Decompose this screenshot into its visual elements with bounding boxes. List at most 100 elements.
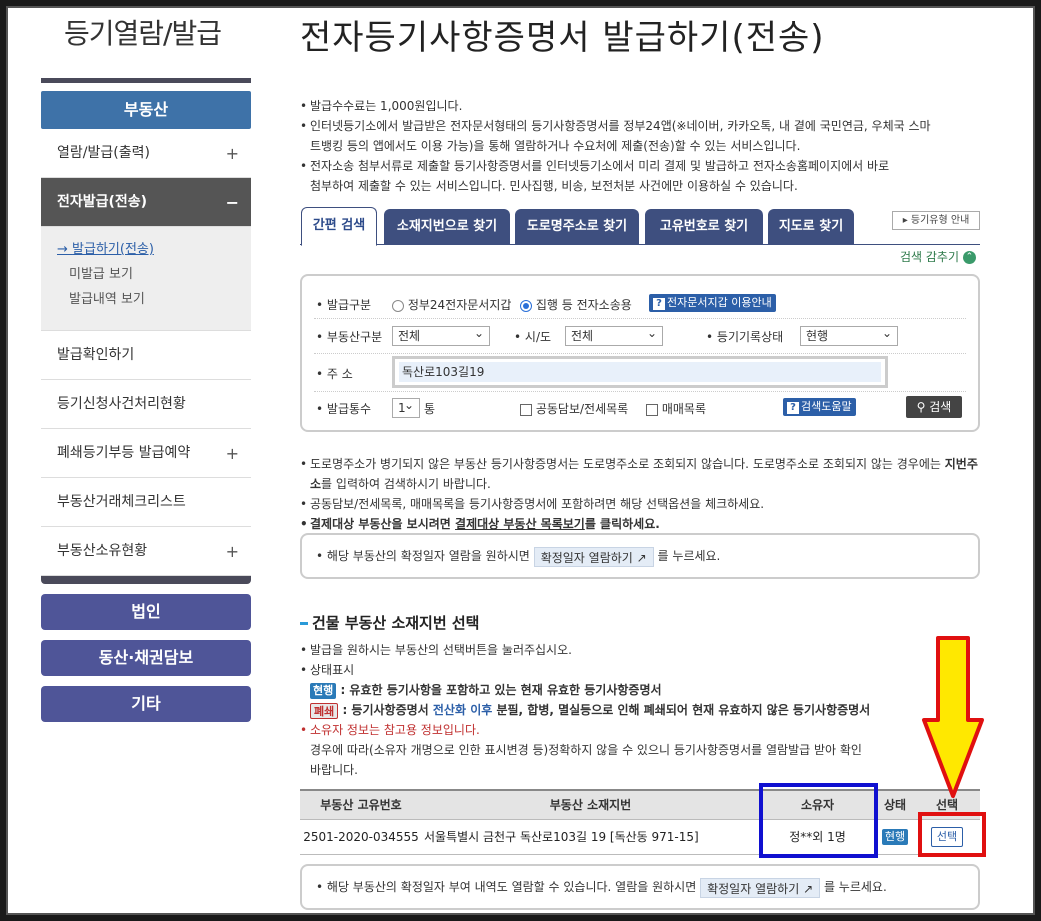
radio-checked-icon[interactable] [520,299,532,312]
search-icon: ⚲ [916,400,926,414]
table-row: 2501-2020-034555 서울특별시 금천구 독산로103길 19 [독… [300,819,980,855]
sidebar-item-label: 부동산소유현황 [57,543,148,559]
registry-type-guide-button[interactable]: ▸ 등기유형 안내 [892,211,980,230]
checkbox-icon[interactable] [520,403,532,416]
search-form: • 발급구분 정부24전자문서지갑 집행 등 전자소송용 ? 전자문서지갑 이용안… [300,274,980,432]
address-input[interactable]: 독산로103길19 [399,362,881,382]
sidebar-bottom-bar [41,576,251,584]
payment-list-link[interactable]: 결제대상 부동산 목록보기 [455,517,585,531]
note-payment-list: 결제대상 부동산을 보시려면 결제대상 부동산 목록보기를 클릭하세요. [300,514,980,534]
result-notes: 발급을 원하시는 부동산의 선택버튼을 눌러주십시오. 상태표시 현행 : 유효… [300,640,980,780]
divider [314,391,966,392]
owner-highlight-box [759,783,878,858]
sidebar-item-checklist[interactable]: 부동산거래체크리스트 [41,478,251,527]
fixed-date-history-button[interactable]: 확정일자 열람하기 ↗ [700,877,821,898]
sidebar-subitem-unissued[interactable]: 미발급 보기 [57,262,235,287]
status-closed-row: 폐쇄 : 등기사항증명서 전산화 이후 분필, 합병, 멸실등으로 인해 폐쇄되… [300,700,980,720]
fixed-date-history-info-box: • 해당 부동산의 확정일자 부여 내역도 열람할 수 있습니다. 열람을 원하… [300,864,980,910]
copies-label: • 발급통수 [316,402,372,416]
sidebar-button-movable-collateral[interactable]: 동산·채권담보 [41,640,251,676]
search-help-button[interactable]: ? 검색도움말 [783,398,856,416]
radio-gov24-wallet[interactable]: 정부24전자문서지갑 [392,296,511,313]
sidebar: 부동산 열람/발급(출력) + 전자발급(전송) − → 발급하기(전송) 미발급 … [41,78,251,722]
sidebar-item-label: 부동산거래체크리스트 [57,494,186,510]
copies-unit: 통 [424,402,436,416]
down-arrow-icon [922,636,984,798]
question-icon: ? [653,298,665,310]
minus-icon[interactable]: − [226,178,239,227]
column-header-status: 상태 [876,789,914,820]
checkbox-icon[interactable] [646,403,658,416]
region-label: • 시/도 [514,330,552,344]
plus-icon[interactable]: + [226,527,239,576]
fixed-date-info-box: • 해당 부동산의 확정일자 열람을 원하시면 확정일자 열람하기 ↗ 를 누르… [300,533,980,579]
status-badge-closed: 폐쇄 [310,702,339,719]
page-title: 전자등기사항증명서 발급하기(전송) [300,18,825,58]
cell-status: 현행 [876,819,914,855]
title-bar-icon [300,622,308,625]
wallet-guide-button[interactable]: ? 전자문서지갑 이용안내 [649,294,776,312]
search-notes: 도로명주소가 병기되지 않은 부동산 등기사항증명서는 도로명주소로 조회되지 … [300,454,980,534]
sidebar-item-case-status[interactable]: 등기신청사건처리현황 [41,380,251,429]
search-button[interactable]: ⚲ 검색 [906,396,962,418]
hide-search-toggle[interactable]: 검색 감추기 ⌃ [900,248,976,265]
sidebar-item-electronic-issue[interactable]: 전자발급(전송) − [41,178,251,227]
sidebar-item-label: 폐쇄등기부등 발급예약 [57,445,191,461]
property-type-select[interactable]: 전체 [392,324,490,346]
sidebar-item-label: 발급확인하기 [57,347,135,363]
issue-type-label: • 발급구분 [316,298,372,312]
radio-e-litigation[interactable]: 집행 등 전자소송용 [520,296,632,313]
sidebar-subitem-issue[interactable]: → 발급하기(전송) [57,237,235,262]
section-title: 등기열람/발급 [64,17,222,50]
note-status: 상태표시 [300,660,980,680]
external-link-icon: ↗ [803,881,814,896]
column-header-address: 부동산 소재지번 [422,789,759,820]
note-owner-reference: 소유자 정보는 참고용 정보입니다. [300,720,980,740]
sidebar-top-bar [41,78,251,83]
sidebar-item-label: 전자발급(전송) [57,194,148,210]
copies-select[interactable]: 1 [392,396,420,418]
status-badge-current: 현행 [881,828,909,845]
sidebar-item-label: 열람/발급(출력) [57,145,150,161]
note-select: 발급을 원하시는 부동산의 선택버튼을 눌러주십시오. [300,640,980,660]
question-icon: ? [787,402,799,414]
sidebar-item-closed-reservation[interactable]: 폐쇄등기부등 발급예약 + [41,429,251,478]
sidebar-header-real-estate[interactable]: 부동산 [41,91,251,129]
record-status-select[interactable]: 현행 [800,324,898,346]
property-type-label: • 부동산구분 [316,330,383,344]
note-options: 공동담보/전세목록, 매매목록을 등기사항증명서에 포함하려면 해당 선택옵션을… [300,494,980,514]
note-road-address: 도로명주소가 병기되지 않은 부동산 등기사항증명서는 도로명주소로 조회되지 … [300,454,980,494]
divider [314,353,966,354]
tab-road-address[interactable]: 도로명주소로 찾기 [515,209,639,245]
tab-quick-search[interactable]: 간편 검색 [301,207,377,246]
result-section-title: 건물 부동산 소재지번 선택 [300,612,479,633]
sidebar-button-corporation[interactable]: 법인 [41,594,251,630]
sidebar-item-view-issue[interactable]: 열람/발급(출력) + [41,129,251,178]
sidebar-subitem-history[interactable]: 발급내역 보기 [57,287,235,312]
address-label: • 주 소 [316,367,353,381]
sales-list-checkbox[interactable]: 매매목록 [646,400,706,417]
radio-icon[interactable] [392,299,404,312]
record-status-label: • 등기기록상태 [706,330,784,344]
region-select[interactable]: 전체 [565,324,663,346]
sidebar-button-other[interactable]: 기타 [41,686,251,722]
plus-icon[interactable]: + [226,129,239,178]
select-highlight-box [918,812,986,857]
fixed-date-view-button[interactable]: 확정일자 열람하기 ↗ [533,546,654,567]
divider [314,318,966,319]
plus-icon[interactable]: + [226,429,239,478]
search-tabs: 간편 검색 소재지번으로 찾기 도로명주소로 찾기 고유번호로 찾기 지도로 찾… [300,207,980,246]
result-table: 부동산 고유번호 부동산 소재지번 소유자 상태 선택 2501-2020-03… [300,789,980,855]
status-current-row: 현행 : 유효한 등기사항을 포함하고 있는 현재 유효한 등기사항증명서 [300,680,980,700]
sidebar-item-verify[interactable]: 발급확인하기 [41,331,251,380]
note-owner-detail: 경우에 따라(소유자 개명으로 인한 표시변경 등)정확하지 않을 수 있으니 … [310,743,862,777]
joint-collateral-checkbox[interactable]: 공동담보/전세목록 [520,400,628,417]
sidebar-item-ownership[interactable]: 부동산소유현황 + [41,527,251,576]
tab-unique-number[interactable]: 고유번호로 찾기 [645,209,763,245]
tab-lot-number[interactable]: 소재지번으로 찾기 [384,209,510,245]
column-header-id: 부동산 고유번호 [300,789,422,820]
tab-map[interactable]: 지도로 찾기 [768,209,854,245]
cell-address: 서울특별시 금천구 독산로103길 19 [독산동 971-15] [422,819,759,855]
sidebar-item-label: 등기신청사건처리현황 [57,396,186,412]
note-e-litigation: 전자소송 첨부서류로 제출할 등기사항증명서를 인터넷등기소에서 미리 결제 및… [300,156,980,196]
